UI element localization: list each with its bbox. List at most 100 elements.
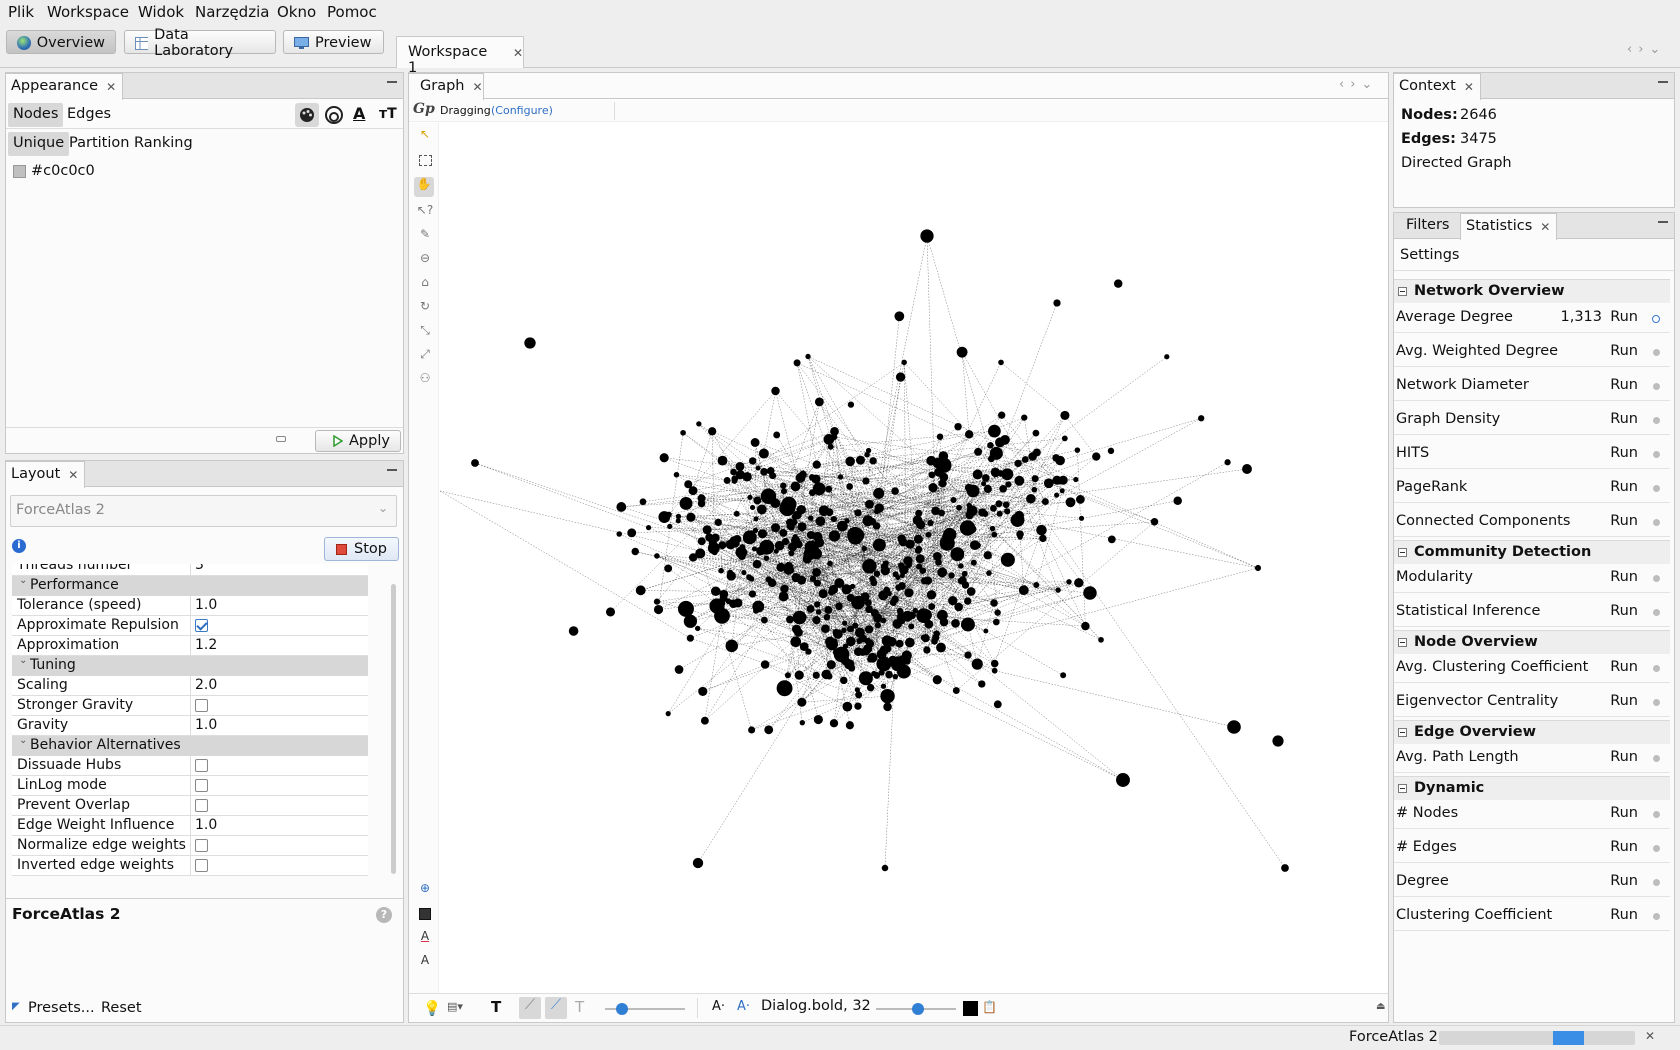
- category-behavior-alternatives[interactable]: ⌄ Behavior Alternatives: [12, 735, 368, 756]
- close-icon[interactable]: ✕: [472, 80, 482, 100]
- label-size-icon[interactable]: A: [415, 953, 435, 973]
- prop-stronger-gravity[interactable]: Stronger Gravity: [12, 696, 368, 716]
- report-icon[interactable]: [1653, 485, 1660, 492]
- lightbulb-icon[interactable]: 💡: [423, 1000, 441, 1017]
- background-color-icon[interactable]: [415, 905, 435, 925]
- run-button[interactable]: Run: [1610, 749, 1638, 765]
- run-button[interactable]: Run: [1610, 309, 1638, 325]
- zoom-fit-icon[interactable]: ⊕: [415, 881, 435, 901]
- checkbox-normalize-edge-weights[interactable]: [195, 839, 208, 852]
- prop-tolerance[interactable]: Tolerance (speed) 1.0: [12, 596, 368, 616]
- report-icon[interactable]: [1653, 699, 1660, 706]
- report-icon[interactable]: [1652, 315, 1660, 323]
- run-button[interactable]: Run: [1610, 659, 1638, 675]
- menu-workspace[interactable]: Workspace: [47, 3, 129, 21]
- run-button[interactable]: Run: [1610, 513, 1638, 529]
- tab-nodes[interactable]: Nodes: [8, 103, 64, 127]
- graph-nav-arrows[interactable]: ‹›⌄: [1339, 77, 1378, 92]
- category-tuning[interactable]: ⌄ Tuning: [12, 655, 368, 676]
- screenshot-icon[interactable]: ▤▾: [447, 1000, 473, 1016]
- report-icon[interactable]: [1653, 519, 1660, 526]
- configure-link[interactable]: (Configure): [491, 104, 553, 117]
- tab-ranking[interactable]: Ranking: [129, 132, 198, 156]
- report-icon[interactable]: [1653, 755, 1660, 762]
- rotate-icon[interactable]: ↻: [415, 299, 435, 319]
- label-color-swatch[interactable]: [963, 1001, 978, 1016]
- close-icon[interactable]: ✕: [1464, 80, 1474, 100]
- font-color-icon[interactable]: A·: [737, 999, 750, 1014]
- menu-okno[interactable]: Okno: [277, 3, 316, 21]
- prop-scaling[interactable]: Scaling 2.0: [12, 676, 368, 696]
- report-icon[interactable]: [1653, 811, 1660, 818]
- run-button[interactable]: Run: [1610, 603, 1638, 619]
- pointer-icon[interactable]: ↖: [415, 127, 435, 147]
- tab-context[interactable]: Context ✕: [1393, 73, 1481, 100]
- prop-linlog-mode[interactable]: LinLog mode: [12, 776, 368, 796]
- tab-layout[interactable]: Layout ✕: [5, 461, 86, 488]
- show-edges-icon[interactable]: ⟋: [519, 997, 541, 1019]
- report-icon[interactable]: [1653, 417, 1660, 424]
- report-icon[interactable]: [1653, 349, 1660, 356]
- report-icon[interactable]: [1653, 383, 1660, 390]
- prop-gravity[interactable]: Gravity 1.0: [12, 716, 368, 736]
- checkbox-dissuade-hubs[interactable]: [195, 759, 208, 772]
- prop-threads[interactable]: Threads number 3: [12, 564, 368, 576]
- cancel-task-icon[interactable]: ✕: [1645, 1029, 1655, 1043]
- painter-icon[interactable]: ✎: [415, 227, 435, 247]
- preview-button[interactable]: Preview: [283, 30, 384, 54]
- edit-pointer-icon[interactable]: ↖?: [415, 203, 435, 223]
- algorithm-select[interactable]: ForceAtlas 2 ⌄: [10, 495, 397, 527]
- clipboard-icon[interactable]: 📋: [982, 1000, 997, 1014]
- edge-scale-slider[interactable]: [616, 1003, 628, 1015]
- report-icon[interactable]: [1653, 451, 1660, 458]
- font-size-icon[interactable]: A·: [712, 999, 725, 1014]
- report-icon[interactable]: [1653, 609, 1660, 616]
- color-swatch[interactable]: [13, 165, 26, 178]
- run-button[interactable]: Run: [1610, 693, 1638, 709]
- palette-icon[interactable]: [295, 103, 319, 127]
- tab-appearance[interactable]: Appearance ✕: [5, 73, 124, 100]
- shortest-path-icon[interactable]: ⚇: [415, 371, 435, 391]
- run-button[interactable]: Run: [1610, 479, 1638, 495]
- drag-hand-icon[interactable]: ✋: [414, 177, 434, 197]
- label-color-icon[interactable]: A: [353, 104, 365, 123]
- prop-normalize-edge-weights[interactable]: Normalize edge weights: [12, 836, 368, 856]
- workspace-nav-arrows[interactable]: ‹›⌄: [1627, 42, 1666, 57]
- run-button[interactable]: Run: [1610, 445, 1638, 461]
- label-font-name[interactable]: Dialog.bold, 32: [761, 998, 871, 1014]
- run-button[interactable]: Run: [1610, 805, 1638, 821]
- close-icon[interactable]: ✕: [106, 80, 116, 100]
- run-button[interactable]: Run: [1610, 343, 1638, 359]
- property-scrollbar[interactable]: [391, 584, 396, 874]
- menu-widok[interactable]: Widok: [138, 3, 184, 21]
- label-color-icon[interactable]: A: [415, 929, 435, 949]
- prop-approximation[interactable]: Approximation 1.2: [12, 636, 368, 656]
- tab-edges[interactable]: Edges: [62, 103, 116, 127]
- edge-color-icon[interactable]: ⟋: [545, 997, 567, 1019]
- info-icon[interactable]: i: [12, 539, 26, 553]
- prop-dissuade-hubs[interactable]: Dissuade Hubs: [12, 756, 368, 776]
- minimize-icon[interactable]: [1658, 221, 1668, 223]
- brush-icon[interactable]: ⌂: [415, 275, 435, 295]
- reset-button[interactable]: Reset: [101, 1000, 142, 1016]
- report-icon[interactable]: [1653, 879, 1660, 886]
- stop-button[interactable]: Stop: [324, 537, 399, 561]
- close-icon[interactable]: ✕: [68, 468, 78, 488]
- prop-approximate-repulsion[interactable]: Approximate Repulsion: [12, 616, 368, 636]
- section-network-overview[interactable]: Network Overview: [1394, 279, 1670, 303]
- show-labels-icon[interactable]: T: [491, 998, 501, 1016]
- menu-plik[interactable]: Plik: [8, 3, 34, 21]
- category-performance[interactable]: ⌄ Performance: [12, 575, 368, 596]
- label-font-icon[interactable]: T: [575, 998, 584, 1016]
- checkbox-approximate-repulsion[interactable]: [195, 619, 208, 632]
- close-icon[interactable]: ✕: [1540, 220, 1550, 240]
- presets-button[interactable]: Presets...: [28, 1000, 95, 1016]
- run-button[interactable]: Run: [1610, 839, 1638, 855]
- prop-inverted-edge-weights[interactable]: Inverted edge weights: [12, 856, 368, 876]
- node-edge-icon[interactable]: ⤡: [415, 323, 435, 343]
- run-button[interactable]: Run: [1610, 873, 1638, 889]
- tab-partition[interactable]: Partition: [64, 132, 134, 156]
- size-icon[interactable]: [324, 105, 344, 125]
- edge-pencil-icon[interactable]: ⤢: [415, 347, 435, 367]
- collapse-toolbar-icon[interactable]: ⏏: [1376, 1001, 1385, 1012]
